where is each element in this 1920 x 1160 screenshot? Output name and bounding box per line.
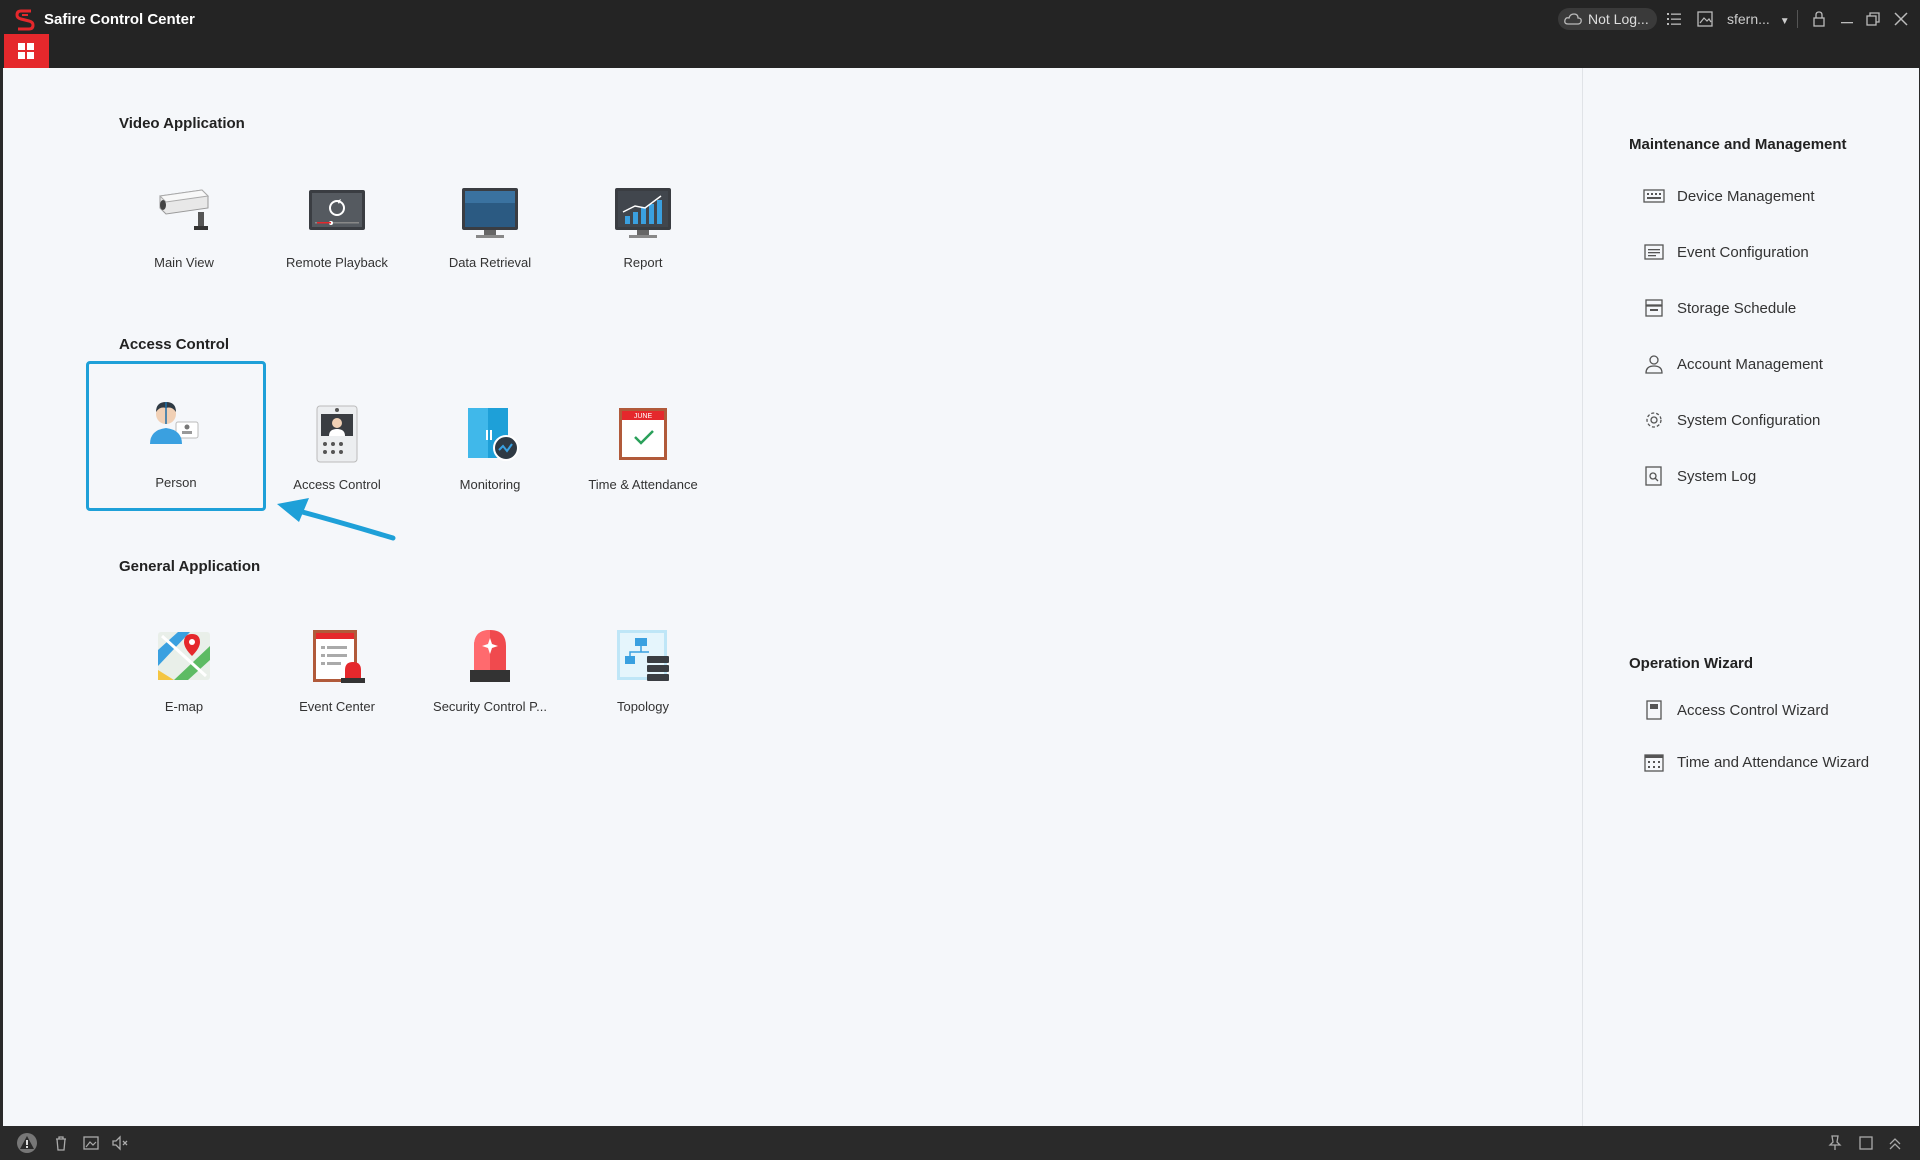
user-menu[interactable]: sfern... ▼	[1727, 10, 1790, 31]
section-title-general: General Application	[119, 558, 261, 575]
menu-label: Device Management	[1677, 187, 1815, 205]
menu-storage-schedule[interactable]: Storage Schedule	[1643, 296, 1796, 320]
menu-label: Event Configuration	[1677, 243, 1809, 261]
section-title-access-control: Access Control	[119, 336, 230, 353]
camera-icon	[158, 189, 210, 230]
alarm-siren-icon	[470, 630, 510, 682]
menu-access-control-wizard[interactable]: Access Control Wizard	[1643, 698, 1829, 722]
status-bar	[0, 1126, 1920, 1160]
menu-label: System Configuration	[1677, 411, 1821, 429]
storage-icon	[1645, 299, 1663, 317]
tile-time-attendance[interactable]: JUNE Time & Attendance	[568, 386, 718, 506]
calendar-icon: JUNE	[619, 408, 667, 460]
tile-remote-playback[interactable]: Remote Playback	[262, 164, 412, 284]
tile-event-center[interactable]: Event Center	[262, 608, 412, 728]
title-bar: Safire Control Center Not Log... sfern..…	[0, 0, 1920, 68]
home-button[interactable]	[4, 34, 49, 68]
cloud-status-label: Not Log...	[1588, 11, 1649, 27]
separator	[1797, 10, 1798, 28]
minimize-icon[interactable]	[1838, 10, 1856, 28]
playback-monitor-icon	[309, 190, 365, 230]
map-pin-icon	[158, 632, 210, 680]
tile-person[interactable]: Person	[86, 361, 266, 511]
window-icon[interactable]	[1857, 1134, 1875, 1152]
tile-label: Report	[623, 255, 663, 270]
topology-icon	[617, 630, 669, 681]
menu-system-log[interactable]: System Log	[1643, 464, 1756, 488]
tile-e-map[interactable]: E-map	[109, 608, 259, 728]
alarm-warning-icon[interactable]	[16, 1132, 38, 1154]
door-intercom-icon	[316, 405, 358, 463]
cloud-status[interactable]: Not Log...	[1558, 8, 1657, 30]
log-icon	[1645, 466, 1662, 486]
wizard-calendar-icon	[1644, 754, 1664, 772]
picture-icon[interactable]	[82, 1134, 100, 1152]
menu-label: Storage Schedule	[1677, 299, 1797, 317]
gear-icon	[1646, 412, 1662, 428]
svg-text:JUNE: JUNE	[634, 413, 653, 420]
menu-label: Access Control Wizard	[1677, 701, 1829, 719]
tile-data-retrieval[interactable]: Data Retrieval	[415, 164, 565, 284]
task-list-icon[interactable]	[1665, 10, 1683, 28]
event-config-icon	[1644, 244, 1664, 260]
menu-account-management[interactable]: Account Management	[1643, 352, 1823, 376]
event-alarm-icon	[313, 630, 365, 683]
menu-label: Account Management	[1677, 355, 1823, 373]
grid-icon	[18, 43, 34, 59]
door-monitor-icon	[468, 408, 519, 461]
tile-label: Remote Playback	[286, 255, 388, 270]
wizard-door-icon	[1646, 700, 1662, 720]
tile-label: Security Control P...	[433, 699, 547, 714]
tile-label: Monitoring	[459, 477, 521, 492]
tile-label: Topology	[616, 699, 670, 714]
device-icon	[1643, 189, 1665, 203]
tile-label: Main View	[154, 255, 214, 270]
pin-icon[interactable]	[1826, 1134, 1844, 1152]
maintenance-title: Maintenance and Management	[1629, 136, 1847, 153]
app-title: Safire Control Center	[44, 11, 195, 28]
menu-label: Time and Attendance Wizard	[1677, 753, 1870, 771]
user-icon	[1645, 355, 1663, 374]
tile-label: Person	[155, 475, 197, 490]
tile-label: E-map	[164, 699, 204, 714]
right-panel: Maintenance and Management Device Manage…	[1582, 68, 1919, 1126]
picture-icon[interactable]	[1696, 10, 1714, 28]
menu-time-attendance-wizard[interactable]: Time and Attendance Wizard	[1643, 750, 1869, 774]
menu-system-configuration[interactable]: System Configuration	[1643, 408, 1820, 432]
mute-icon[interactable]	[111, 1134, 129, 1152]
tile-label: Event Center	[299, 699, 375, 714]
tile-monitoring[interactable]: Monitoring	[415, 386, 565, 506]
bar-chart-monitor-icon	[615, 188, 671, 238]
chevron-down-icon: ▼	[1779, 16, 1790, 27]
app-logo-icon	[15, 9, 35, 31]
menu-label: System Log	[1677, 467, 1757, 485]
section-title-video: Video Application	[119, 115, 245, 132]
tile-label: Data Retrieval	[448, 255, 532, 270]
data-monitor-icon	[462, 188, 518, 238]
tile-report[interactable]: Report	[568, 164, 718, 284]
close-icon[interactable]	[1892, 10, 1910, 28]
menu-event-configuration[interactable]: Event Configuration	[1643, 240, 1809, 264]
tile-main-view[interactable]: Main View	[109, 164, 259, 284]
delete-icon[interactable]	[52, 1134, 70, 1152]
double-chevron-up-icon[interactable]	[1886, 1134, 1904, 1152]
user-name: sfern...	[1727, 11, 1770, 27]
arrow-annotation	[277, 498, 396, 541]
lock-icon[interactable]	[1810, 10, 1828, 28]
menu-device-management[interactable]: Device Management	[1643, 184, 1815, 208]
cloud-icon	[1564, 13, 1582, 25]
wizard-title: Operation Wizard	[1629, 655, 1754, 672]
person-card-icon	[150, 402, 199, 444]
tile-security-control-panel[interactable]: Security Control P...	[415, 608, 565, 728]
tile-topology[interactable]: Topology	[568, 608, 718, 728]
tile-label: Time & Attendance	[588, 477, 698, 492]
restore-icon[interactable]	[1864, 10, 1882, 28]
main-panel: Video Application Main View Remote Playb…	[3, 68, 1582, 1126]
